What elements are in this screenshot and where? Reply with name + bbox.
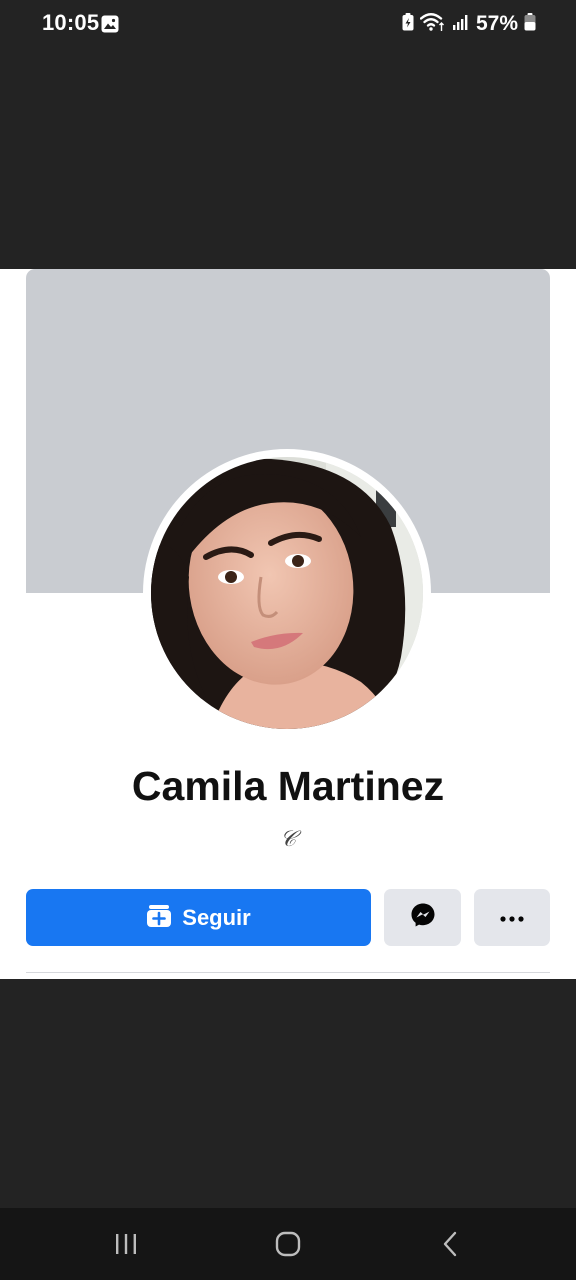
profile-name: Camila Martinez xyxy=(131,763,445,809)
action-row: Seguir xyxy=(26,889,550,946)
back-icon[interactable] xyxy=(428,1228,472,1260)
messenger-icon xyxy=(410,902,436,933)
follow-add-icon xyxy=(146,902,172,933)
recent-apps-icon[interactable] xyxy=(104,1228,148,1260)
avatar-ring xyxy=(143,449,431,737)
profile-bio: 𝒞 xyxy=(279,827,297,852)
status-time: 10:05 xyxy=(42,10,100,35)
profile-card: Camila Martinez 𝒞 Seguir xyxy=(0,269,576,979)
avatar[interactable] xyxy=(151,457,423,729)
image-icon xyxy=(101,15,119,33)
more-icon xyxy=(500,909,524,927)
more-button[interactable] xyxy=(474,889,550,946)
follow-button[interactable]: Seguir xyxy=(26,889,371,946)
divider xyxy=(26,972,550,973)
battery-icon xyxy=(524,12,536,36)
messenger-button[interactable] xyxy=(384,889,461,946)
battery-percent: 57% xyxy=(475,12,518,35)
wifi-icon xyxy=(419,12,446,37)
home-icon[interactable] xyxy=(266,1228,310,1260)
navigation-bar xyxy=(0,1208,576,1280)
follow-label: Seguir xyxy=(182,904,251,930)
status-icons: 57% xyxy=(402,10,536,38)
signal-icon xyxy=(452,13,470,36)
status-bar: 10:05 57% xyxy=(0,0,576,48)
battery-saver-icon xyxy=(402,12,414,36)
